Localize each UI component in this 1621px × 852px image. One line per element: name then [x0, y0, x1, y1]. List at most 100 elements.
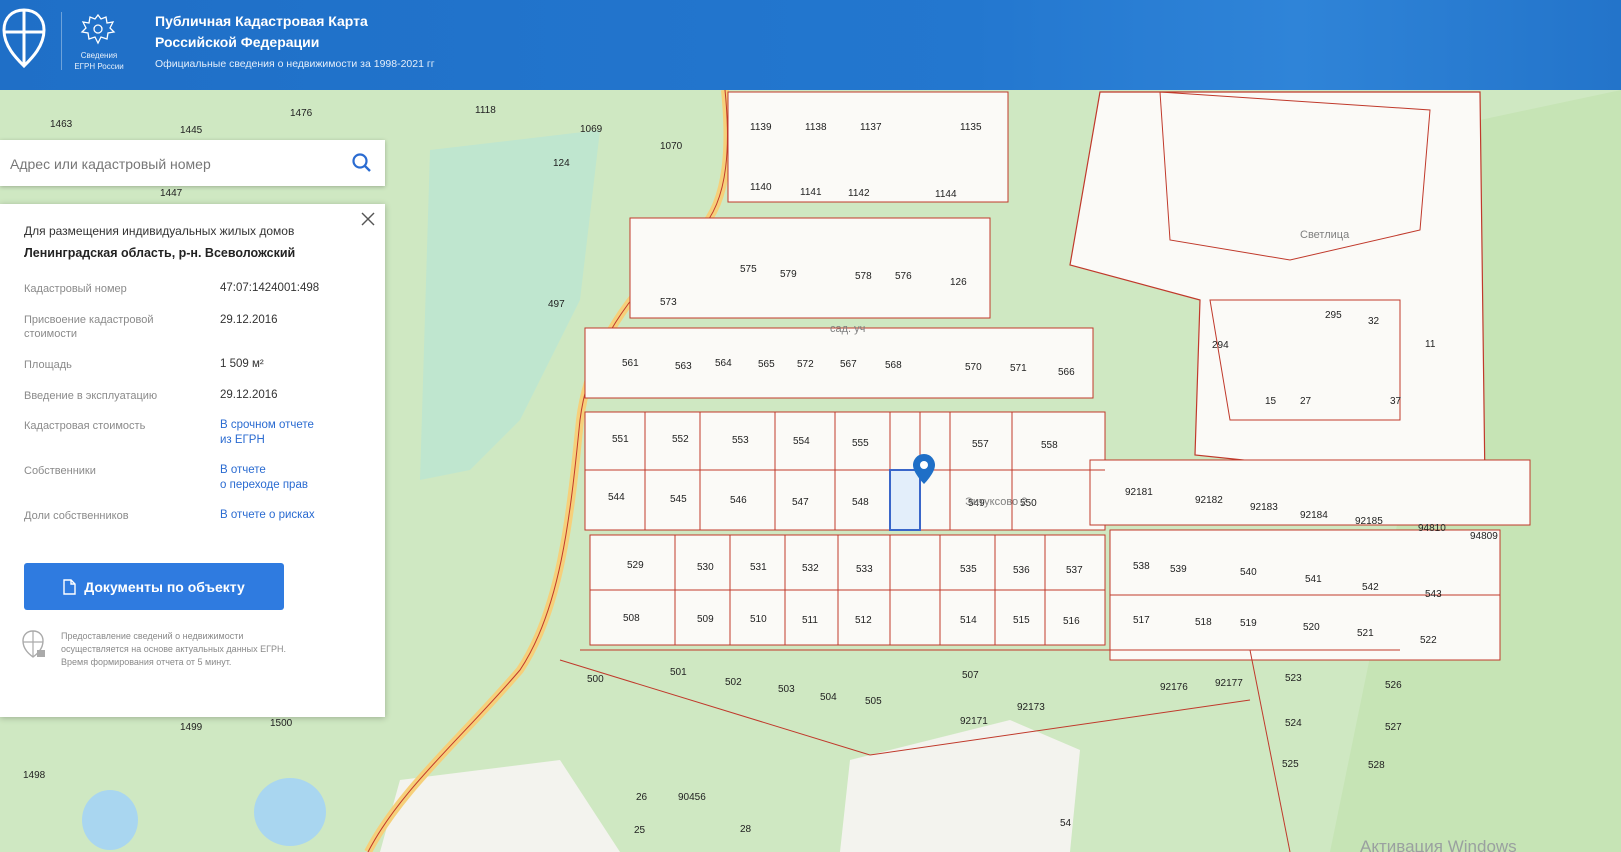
russian-emblem-icon	[80, 13, 116, 45]
water-pond	[82, 790, 138, 850]
app-title-line2: Российской Федерации	[155, 34, 320, 50]
app-subtitle: Официальные сведения о недвижимости за 1…	[155, 58, 435, 70]
svg-text:37: 37	[1390, 396, 1402, 407]
svg-text:1142: 1142	[848, 188, 870, 199]
svg-text:552: 552	[672, 434, 689, 445]
svg-text:557: 557	[972, 439, 989, 450]
parcel-info-card: Для размещения индивидуальных жилых домо…	[0, 204, 385, 717]
svg-text:533: 533	[856, 564, 873, 575]
street-label-svetlitsa: Светлица	[1300, 229, 1350, 241]
svg-text:1476: 1476	[290, 108, 313, 119]
owners-report-link-2[interactable]: о переходе прав	[220, 478, 370, 493]
svg-text:92185: 92185	[1355, 516, 1383, 527]
svg-text:94810: 94810	[1418, 523, 1446, 534]
documents-button-label: Документы по объекту	[84, 578, 245, 595]
owner-shares-value: В отчете о рисках	[220, 508, 370, 523]
svg-text:521: 521	[1357, 628, 1374, 639]
owners-value: В отчете о переходе прав	[220, 463, 370, 493]
svg-text:508: 508	[623, 613, 640, 624]
svg-text:510: 510	[750, 614, 767, 625]
emblem-caption: Сведения ЕГРН России	[66, 50, 132, 72]
svg-text:543: 543	[1425, 589, 1442, 600]
svg-text:511: 511	[802, 615, 818, 626]
svg-text:92173: 92173	[1017, 702, 1045, 713]
selected-parcel-498[interactable]	[889, 469, 921, 531]
svg-text:578: 578	[855, 271, 872, 282]
svg-text:1445: 1445	[180, 125, 203, 136]
svg-text:530: 530	[697, 562, 714, 573]
svg-text:32: 32	[1368, 316, 1380, 327]
svg-text:294: 294	[1212, 340, 1229, 351]
svg-text:1144: 1144	[935, 189, 957, 200]
svg-text:517: 517	[1133, 615, 1150, 626]
urgent-report-link-2[interactable]: из ЕГРН	[220, 433, 370, 448]
svg-text:541: 541	[1305, 574, 1322, 585]
search-input[interactable]	[8, 140, 332, 188]
svg-text:28: 28	[740, 824, 752, 835]
svg-text:558: 558	[1041, 440, 1058, 451]
commissioning-label: Введение в эксплуатацию	[24, 390, 158, 402]
water-pond-2	[254, 778, 326, 846]
svg-text:532: 532	[802, 563, 819, 574]
svg-text:1135: 1135	[960, 122, 982, 133]
close-icon[interactable]	[361, 212, 375, 226]
documents-button[interactable]: Документы по объекту	[24, 563, 284, 610]
svg-text:501: 501	[670, 667, 687, 678]
svg-text:553: 553	[732, 435, 749, 446]
area-label: Площадь	[24, 359, 72, 371]
svg-text:1500: 1500	[270, 718, 293, 729]
svg-text:522: 522	[1420, 635, 1437, 646]
svg-text:1070: 1070	[660, 141, 683, 152]
cadastral-number-value: 47:07:1424001:498	[220, 282, 320, 294]
svg-text:503: 503	[778, 684, 795, 695]
app-title-line1: Публичная Кадастровая Карта	[155, 13, 368, 29]
risk-report-link[interactable]: В отчете о рисках	[220, 508, 370, 523]
svg-text:126: 126	[950, 277, 967, 288]
svg-text:295: 295	[1325, 310, 1342, 321]
urgent-report-link[interactable]: В срочном отчете	[220, 418, 370, 433]
svg-text:565: 565	[758, 359, 775, 370]
svg-text:1138: 1138	[805, 122, 827, 133]
svg-text:528: 528	[1368, 760, 1385, 771]
svg-text:92184: 92184	[1300, 510, 1328, 521]
svg-text:539: 539	[1170, 564, 1187, 575]
svg-text:92182: 92182	[1195, 495, 1223, 506]
emblem-caption-line1: Сведения	[80, 51, 118, 60]
svg-text:1139: 1139	[750, 122, 772, 133]
svg-text:505: 505	[865, 696, 882, 707]
svg-text:1447: 1447	[160, 188, 183, 199]
svg-text:540: 540	[1240, 567, 1257, 578]
svg-text:92181: 92181	[1125, 487, 1153, 498]
svg-text:525: 525	[1282, 759, 1299, 770]
svg-text:516: 516	[1063, 616, 1080, 627]
svg-text:500: 500	[587, 674, 604, 685]
svg-text:561: 561	[622, 358, 639, 369]
svg-text:515: 515	[1013, 615, 1030, 626]
svg-text:520: 520	[1303, 622, 1320, 633]
windows-activation-watermark: Активация Windows	[1360, 837, 1517, 852]
svg-text:1498: 1498	[23, 770, 46, 781]
search-icon[interactable]	[351, 152, 373, 174]
svg-text:524: 524	[1285, 718, 1302, 729]
svg-text:1118: 1118	[475, 105, 496, 116]
street-label-entuksovo: Энтуксово 2	[965, 496, 1027, 508]
svg-text:27: 27	[1300, 396, 1312, 407]
svg-text:1069: 1069	[580, 124, 603, 135]
svg-text:564: 564	[715, 358, 732, 369]
svg-text:548: 548	[852, 497, 869, 508]
svg-text:1463: 1463	[50, 119, 73, 130]
svg-text:1499: 1499	[180, 722, 203, 733]
svg-text:573: 573	[660, 297, 677, 308]
svg-text:563: 563	[675, 361, 692, 372]
document-icon	[63, 578, 76, 595]
cadastral-map-logo-icon[interactable]	[2, 8, 46, 68]
svg-text:92171: 92171	[960, 716, 988, 727]
cadastral-cost-label: Кадастровая стоимость	[24, 420, 146, 432]
svg-text:92176: 92176	[1160, 682, 1188, 693]
svg-text:507: 507	[962, 670, 979, 681]
svg-text:512: 512	[855, 615, 872, 626]
shield-lock-icon	[22, 630, 45, 658]
svg-text:526: 526	[1385, 680, 1402, 691]
svg-text:547: 547	[792, 497, 809, 508]
owners-report-link[interactable]: В отчете	[220, 463, 370, 478]
